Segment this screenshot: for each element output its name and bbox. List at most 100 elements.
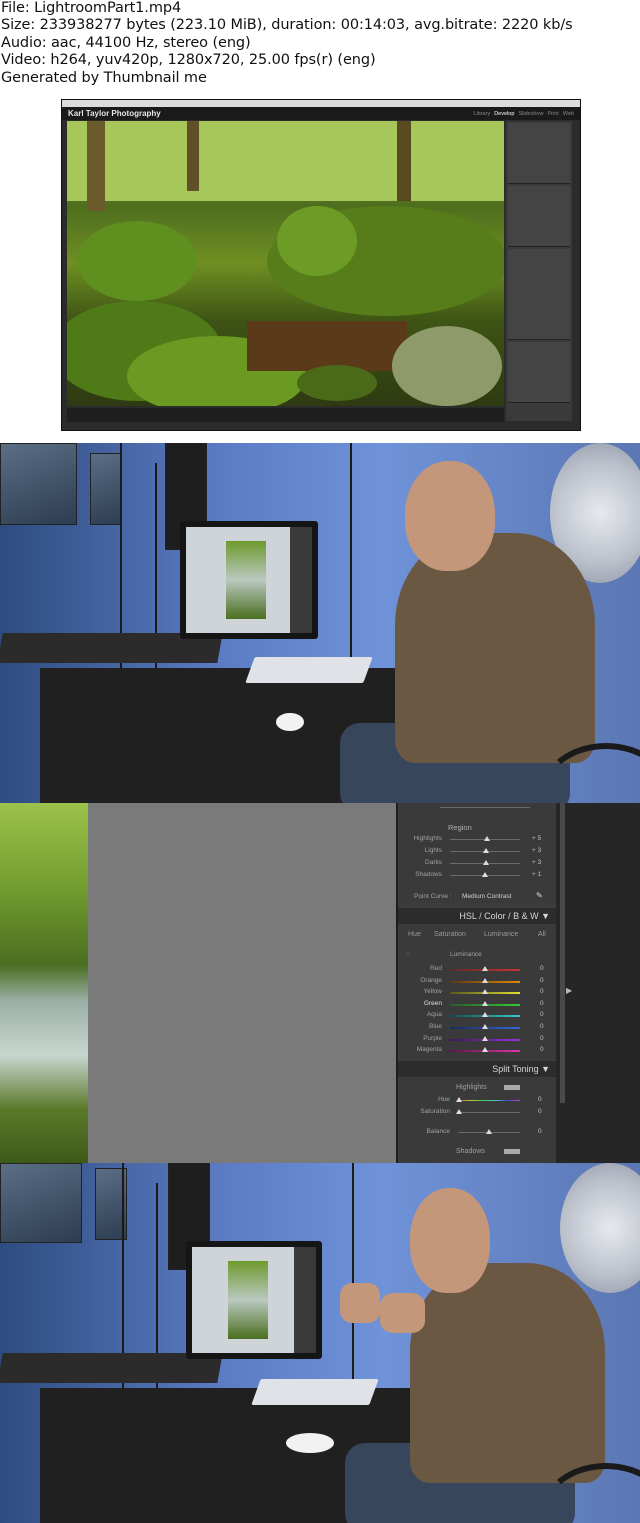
target-adjust-icon[interactable]: ○ — [406, 951, 410, 958]
light-stand — [350, 443, 352, 673]
toolbar[interactable] — [67, 408, 504, 422]
luminance-blue-label: Blue — [428, 1023, 442, 1030]
umbrella-light — [560, 1163, 640, 1293]
hsl-tab-all[interactable]: All — [538, 931, 546, 938]
video-info-header: File: LightroomPart1.mp4 Size: 233938277… — [0, 0, 640, 86]
studio-background — [0, 1163, 640, 1523]
thumbnail-frame-2 — [0, 443, 640, 803]
panel-collapse-arrow-icon[interactable]: ▶ — [566, 986, 572, 995]
darks-thumb[interactable] — [483, 860, 489, 865]
audio-line: Audio: aac, 44100 Hz, stereo (eng) — [1, 34, 251, 51]
balance-thumb[interactable] — [486, 1129, 492, 1134]
presenter-hand — [340, 1283, 380, 1323]
light-stand — [122, 1163, 124, 1423]
develop-panels: Region Highlights + 5 Lights + 3 Darks +… — [396, 803, 558, 1163]
luminance-aqua-value: 0 — [540, 1011, 544, 1019]
wall-photo — [0, 1163, 82, 1243]
luminance-purple-label: Purple — [423, 1034, 442, 1042]
hue-slider[interactable] — [458, 1100, 520, 1101]
hsl-tab-hue[interactable]: Hue — [408, 931, 421, 938]
forest-photo — [67, 121, 504, 406]
luminance-red-thumb[interactable] — [482, 966, 488, 971]
screen-panel — [294, 1247, 316, 1353]
monitor-screen — [192, 1247, 316, 1353]
highlights-value: + 5 — [532, 835, 542, 842]
curve-edit-icon[interactable]: ✎ — [536, 891, 543, 900]
lights-value: + 3 — [532, 847, 542, 854]
highlights-thumb[interactable] — [484, 836, 490, 841]
highlights-label: Highlights — [413, 835, 442, 842]
keyboard — [251, 1379, 379, 1405]
tone-panel[interactable] — [508, 186, 570, 247]
shadows-thumb[interactable] — [482, 872, 488, 877]
light-stand — [120, 443, 122, 703]
split-toning-header[interactable]: Split Toning ▼ — [398, 1061, 558, 1077]
workspace-background — [88, 803, 394, 1163]
wall-photo — [90, 453, 122, 525]
panel-scrollbar[interactable] — [560, 803, 565, 1103]
tone-curve-panel[interactable] — [508, 249, 570, 340]
shadows-value: + 1 — [532, 871, 542, 878]
thumbnail-frame-4 — [0, 1163, 640, 1523]
saturation-label: Saturation — [420, 1108, 450, 1115]
luminance-red-label: Red — [430, 965, 442, 972]
luminance-orange-label: Orange — [420, 976, 442, 984]
point-curve-dropdown[interactable]: Medium Contrast — [462, 893, 512, 900]
tone-curve-section: Region Highlights + 5 Lights + 3 Darks +… — [400, 803, 556, 903]
hue-label: Hue — [438, 1096, 450, 1103]
shadows-label: Shadows — [415, 871, 442, 878]
presenter-shirt — [410, 1263, 605, 1483]
split-toning-section: Highlights Hue 0 Saturation 0 Balance 0 … — [400, 1078, 556, 1163]
monitor — [186, 1241, 322, 1359]
light-stand — [155, 463, 157, 703]
keyboard — [245, 657, 373, 683]
hsl-tab-luminance[interactable]: Luminance — [484, 931, 518, 938]
presenter-head — [405, 461, 495, 571]
luminance-magenta-value: 0 — [540, 1046, 544, 1054]
light-stand — [156, 1183, 158, 1423]
module-web[interactable]: Web — [563, 111, 574, 117]
thumbnail-frame-3: Region Highlights + 5 Lights + 3 Darks +… — [0, 803, 640, 1163]
balance-value: 0 — [538, 1128, 542, 1135]
shadows-swatch[interactable] — [504, 1149, 520, 1154]
screen-photo — [226, 541, 266, 619]
studio-background — [0, 443, 640, 803]
hsl-header[interactable]: HSL / Color / B & W ▼ — [398, 908, 558, 924]
mouse — [276, 713, 304, 731]
hue-thumb[interactable] — [456, 1097, 462, 1102]
luminance-yellow-thumb[interactable] — [482, 989, 488, 995]
luminance-aqua-thumb[interactable] — [482, 1012, 488, 1018]
menu-bar[interactable] — [62, 100, 580, 107]
highlights-section-label: Highlights — [456, 1084, 487, 1091]
basic-panel[interactable] — [508, 123, 570, 184]
video-line: Video: h264, yuv420p, 1280x720, 25.00 fp… — [1, 52, 376, 69]
luminance-orange-thumb[interactable] — [482, 977, 488, 983]
lights-thumb[interactable] — [483, 848, 489, 853]
hue-value: 0 — [538, 1096, 542, 1103]
develop-right-panel — [506, 121, 572, 421]
saturation-slider[interactable] — [458, 1112, 520, 1113]
darks-label: Darks — [425, 859, 442, 866]
saturation-thumb[interactable] — [456, 1109, 462, 1114]
module-library[interactable]: Library — [473, 111, 490, 117]
luminance-green-thumb[interactable] — [482, 1000, 488, 1006]
luminance-magenta-thumb[interactable] — [482, 1047, 488, 1053]
module-print[interactable]: Print — [547, 111, 558, 117]
curve-split-slider[interactable] — [440, 807, 530, 808]
module-slideshow[interactable]: Slideshow — [518, 111, 543, 117]
hsl-tab-saturation[interactable]: Saturation — [434, 931, 466, 938]
luminance-purple-thumb[interactable] — [482, 1035, 488, 1041]
point-curve-label: Point Curve : — [414, 893, 452, 900]
darks-value: + 3 — [532, 859, 542, 866]
luminance-blue-value: 0 — [540, 1023, 544, 1030]
size-line: Size: 233938277 bytes (223.10 MiB), dura… — [1, 17, 573, 34]
luminance-blue-thumb[interactable] — [482, 1024, 488, 1029]
luminance-yellow-value: 0 — [540, 988, 544, 996]
luminance-green-value: 0 — [540, 999, 544, 1007]
hsl-panel[interactable] — [508, 342, 570, 403]
mouse — [286, 1433, 334, 1453]
screen-photo — [228, 1261, 268, 1339]
monitor — [180, 521, 318, 639]
module-develop[interactable]: Develop — [494, 111, 514, 117]
highlights-swatch[interactable] — [504, 1085, 520, 1090]
